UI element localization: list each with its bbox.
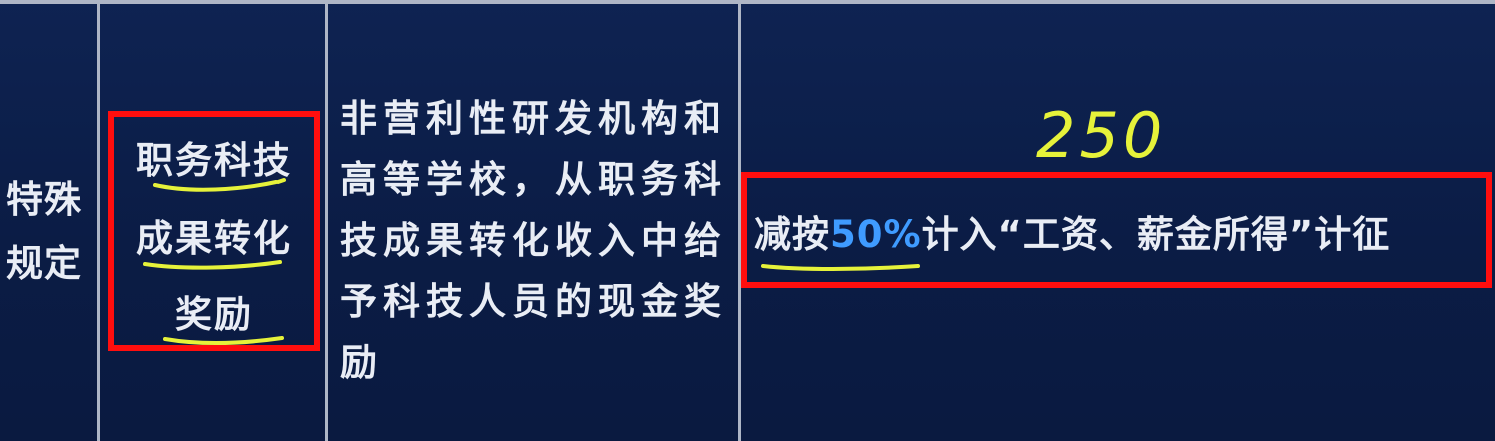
handwritten-250: 250 [1036,99,1166,172]
description-cell: 非营利性研发机构和高等学校，从职务科技成果转化收入中给予科技人员的现金奖励 [340,97,727,384]
slide-table: 特殊规定 职务科技 成果转化 奖励 非营利性研发机构和高等学校，从职务科技成果转… [0,0,1495,441]
category-cell: 特殊规定 [6,178,82,285]
column-divider [325,0,328,441]
red-highlight-box-rule [741,172,1492,288]
table-top-border [0,0,1495,4]
red-highlight-box-item [108,111,320,351]
